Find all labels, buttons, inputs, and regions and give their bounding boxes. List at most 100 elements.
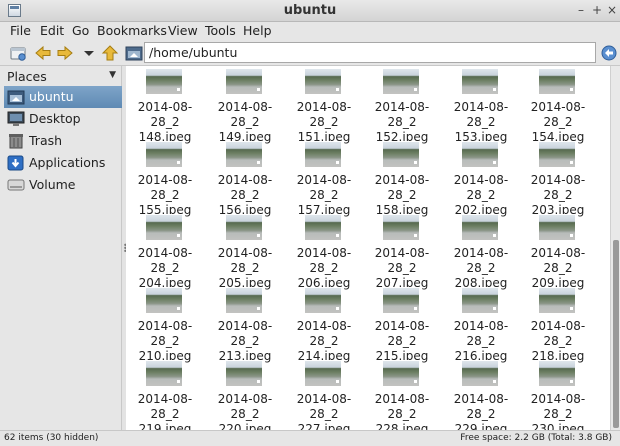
sidebar-item-ubuntu[interactable]: ubuntu [4, 86, 122, 108]
scrollbar-thumb[interactable] [613, 240, 619, 428]
menu-view[interactable]: View [168, 23, 198, 38]
menu-go[interactable]: Go [72, 23, 89, 38]
file-item[interactable]: 2014-08-28_2 227.jpeg [285, 358, 363, 430]
image-thumbnail [461, 141, 499, 168]
image-thumbnail [145, 141, 183, 168]
new-tab-icon[interactable] [9, 44, 27, 62]
file-item[interactable]: 2014-08-28_2 209.jpeg [519, 212, 597, 290]
file-item[interactable]: 2014-08-28_2 204.jpeg [126, 212, 204, 290]
forward-arrow-icon[interactable] [56, 44, 74, 62]
file-item[interactable]: 2014-08-28_2 218.jpeg [519, 285, 597, 363]
file-item[interactable]: 2014-08-28_2 206.jpeg [285, 212, 363, 290]
maximize-button[interactable]: + [591, 3, 603, 17]
sidebar-item-applications[interactable]: Applications [4, 152, 122, 174]
file-item[interactable]: 2014-08-28_2 154.jpeg [519, 66, 597, 144]
file-item[interactable]: 2014-08-28_2 220.jpeg [206, 358, 284, 430]
file-name-line: 2014-08-28_2 [217, 100, 273, 129]
up-arrow-icon[interactable] [101, 44, 119, 62]
image-thumbnail [461, 214, 499, 241]
vertical-scrollbar[interactable] [610, 66, 620, 430]
back-arrow-icon[interactable] [34, 44, 52, 62]
file-item[interactable]: 2014-08-28_2 228.jpeg [363, 358, 441, 430]
file-name-line: 2014-08-28_2 [137, 173, 193, 202]
file-view[interactable]: 2014-08-28_2 148.jpeg 2014-08-28_2 149.jpeg… [126, 66, 610, 430]
drive-icon [7, 179, 25, 191]
applications-icon [7, 155, 24, 171]
sidebar-item-label: Desktop [29, 111, 81, 126]
chevron-down-icon[interactable]: ▼ [109, 70, 116, 80]
desktop-icon [7, 111, 25, 126]
file-item[interactable]: 2014-08-28_2 153.jpeg [442, 66, 520, 144]
file-item[interactable]: 2014-08-28_2 202.jpeg [442, 139, 520, 217]
menu-edit[interactable]: Edit [40, 23, 64, 38]
file-item[interactable]: 2014-08-28_2 213.jpeg [206, 285, 284, 363]
file-item[interactable]: 2014-08-28_2 205.jpeg [206, 212, 284, 290]
file-item[interactable]: 2014-08-28_2 214.jpeg [285, 285, 363, 363]
menu-bar: File Edit Go Bookmarks View Tools Help [0, 22, 620, 40]
file-name-line: 2014-08-28_2 [453, 100, 509, 129]
image-thumbnail [382, 287, 420, 314]
history-dropdown-icon[interactable] [80, 44, 98, 62]
file-name-line: 2014-08-28_2 [217, 246, 273, 275]
image-thumbnail [225, 360, 263, 387]
places-header[interactable]: Places ▼ [4, 68, 120, 85]
file-item[interactable]: 2014-08-28_2 230.jpeg [519, 358, 597, 430]
file-name-line: 2014-08-28_2 [296, 173, 352, 202]
file-name-line: 2014-08-28_2 [530, 246, 586, 275]
file-name-line: 2014-08-28_2 [374, 319, 430, 348]
file-item[interactable]: 2014-08-28_2 152.jpeg [363, 66, 441, 144]
file-item[interactable]: 2014-08-28_2 216.jpeg [442, 285, 520, 363]
file-item[interactable]: 2014-08-28_2 158.jpeg [363, 139, 441, 217]
menu-tools[interactable]: Tools [205, 23, 236, 38]
path-input[interactable] [144, 42, 596, 63]
file-item[interactable]: 2014-08-28_2 203.jpeg [519, 139, 597, 217]
menu-bookmarks[interactable]: Bookmarks [97, 23, 167, 38]
file-item[interactable]: 2014-08-28_2 155.jpeg [126, 139, 204, 217]
file-name-line: 228.jpeg [375, 422, 429, 430]
file-name-line: 230.jpeg [531, 422, 585, 430]
file-item[interactable]: 2014-08-28_2 149.jpeg [206, 66, 284, 144]
file-name-line: 2014-08-28_2 [453, 173, 509, 202]
minimize-button[interactable]: – [575, 3, 587, 17]
file-name-line: 2014-08-28_2 [217, 319, 273, 348]
file-item[interactable]: 2014-08-28_2 148.jpeg [126, 66, 204, 144]
home-folder-icon [7, 90, 25, 105]
file-name-line: 2014-08-28_2 [453, 246, 509, 275]
trash-icon [9, 134, 23, 149]
image-thumbnail [304, 214, 342, 241]
file-item[interactable]: 2014-08-28_2 157.jpeg [285, 139, 363, 217]
close-button[interactable]: × [606, 3, 618, 17]
image-thumbnail [538, 287, 576, 314]
free-space: Free space: 2.2 GB (Total: 3.8 GB) [460, 433, 612, 443]
image-thumbnail [382, 214, 420, 241]
sidebar-item-desktop[interactable]: Desktop [4, 108, 122, 130]
file-name: 2014-08-28_2 228.jpeg [363, 392, 441, 430]
file-item[interactable]: 2014-08-28_2 207.jpeg [363, 212, 441, 290]
file-item[interactable]: 2014-08-28_2 156.jpeg [206, 139, 284, 217]
file-item[interactable]: 2014-08-28_2 219.jpeg [126, 358, 204, 430]
sidebar-item-volume[interactable]: Volume [4, 174, 122, 196]
go-refresh-icon[interactable] [600, 44, 618, 62]
image-thumbnail [538, 360, 576, 387]
image-thumbnail [145, 68, 183, 95]
file-name-line: 2014-08-28_2 [137, 319, 193, 348]
file-item[interactable]: 2014-08-28_2 210.jpeg [126, 285, 204, 363]
home-folder-icon[interactable] [125, 44, 143, 62]
file-name-line: 2014-08-28_2 [374, 246, 430, 275]
file-name-line: 2014-08-28_2 [217, 392, 273, 421]
file-item[interactable]: 2014-08-28_2 151.jpeg [285, 66, 363, 144]
file-name-line: 2014-08-28_2 [137, 100, 193, 129]
sidebar-item-label: Trash [29, 133, 63, 148]
title-bar: ubuntu – + × [0, 0, 620, 22]
menu-help[interactable]: Help [243, 23, 272, 38]
file-item[interactable]: 2014-08-28_2 215.jpeg [363, 285, 441, 363]
sidebar-item-trash[interactable]: Trash [4, 130, 122, 152]
file-item[interactable]: 2014-08-28_2 229.jpeg [442, 358, 520, 430]
file-name-line: 2014-08-28_2 [374, 173, 430, 202]
file-name: 2014-08-28_2 227.jpeg [285, 392, 363, 430]
image-thumbnail [461, 68, 499, 95]
image-thumbnail [382, 360, 420, 387]
window-title: ubuntu [283, 3, 337, 18]
menu-file[interactable]: File [10, 23, 31, 38]
file-item[interactable]: 2014-08-28_2 208.jpeg [442, 212, 520, 290]
